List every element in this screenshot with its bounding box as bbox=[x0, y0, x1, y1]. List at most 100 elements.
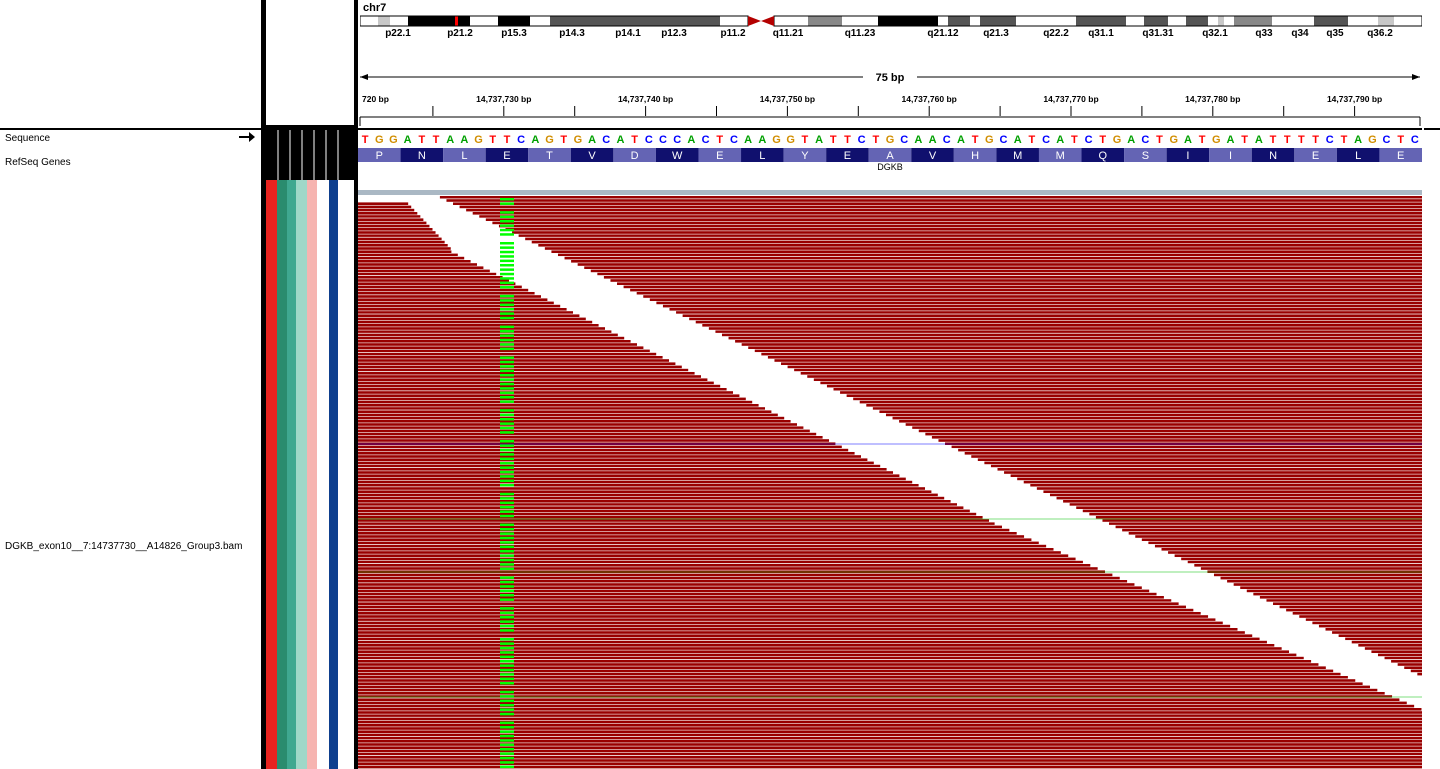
read bbox=[358, 368, 689, 372]
ideogram-band-label: p21.2 bbox=[447, 28, 473, 39]
read bbox=[905, 423, 1422, 426]
read bbox=[358, 413, 778, 417]
mismatch-mark bbox=[500, 611, 514, 615]
ideogram-band-label: p11.2 bbox=[720, 28, 745, 39]
sequence-base: T bbox=[830, 134, 837, 146]
amino-acid-letter: E bbox=[1312, 150, 1319, 162]
strand-arrow-icon[interactable] bbox=[239, 131, 255, 143]
sequence-base: A bbox=[744, 134, 752, 146]
attribute-column bbox=[264, 180, 266, 769]
read bbox=[807, 375, 1422, 378]
mismatch-mark bbox=[500, 616, 514, 619]
read bbox=[1312, 621, 1422, 625]
read bbox=[912, 426, 1422, 429]
mismatch-mark bbox=[500, 343, 514, 346]
read bbox=[676, 311, 1422, 314]
amino-acid-letter: E bbox=[716, 150, 723, 162]
ideogram-band-label: p15.3 bbox=[501, 28, 527, 39]
read bbox=[446, 199, 1422, 202]
chromosome-ideogram[interactable]: p22.1 p21.2 p15.3 p14.3 p14.1 p12.3 p11.2 q11.2… bbox=[360, 14, 1422, 42]
ideogram-band bbox=[1224, 16, 1234, 26]
read bbox=[571, 260, 1422, 263]
mismatch-mark bbox=[500, 642, 514, 645]
read bbox=[358, 490, 932, 493]
ideogram-band-label: q21.3 bbox=[983, 28, 1009, 39]
amino-acid-letter: E bbox=[1397, 150, 1404, 162]
sequence-base: G bbox=[786, 134, 795, 146]
mismatch-mark bbox=[500, 651, 514, 654]
read bbox=[748, 346, 1422, 349]
read bbox=[1056, 496, 1422, 500]
position-ruler[interactable]: 75 bp 720 bp 14,737,730 bp 14,737,740 bp 14,… bbox=[358, 44, 1422, 128]
read bbox=[358, 730, 1422, 733]
read bbox=[525, 237, 1422, 241]
read bbox=[358, 205, 412, 209]
read bbox=[859, 400, 1422, 404]
sequence-base: T bbox=[1071, 134, 1078, 146]
mismatch-mark bbox=[500, 695, 514, 698]
read bbox=[774, 359, 1422, 362]
read bbox=[358, 426, 804, 429]
centromere-q bbox=[761, 16, 774, 26]
read bbox=[1325, 628, 1422, 631]
read bbox=[358, 365, 682, 369]
read bbox=[358, 528, 1010, 532]
sequence-base: T bbox=[1341, 134, 1348, 146]
read bbox=[358, 320, 593, 324]
read bbox=[358, 746, 1422, 749]
mismatch-mark bbox=[500, 286, 514, 289]
read bbox=[358, 327, 605, 330]
sequence-base: A bbox=[914, 134, 922, 146]
read bbox=[1148, 541, 1422, 545]
read bbox=[358, 743, 1422, 746]
ideogram-band-label: q31.1 bbox=[1088, 28, 1114, 39]
ideogram-band bbox=[698, 16, 720, 26]
read bbox=[472, 212, 1422, 215]
sequence-base: G bbox=[574, 134, 583, 146]
read bbox=[358, 301, 554, 305]
mismatch-mark bbox=[500, 369, 514, 373]
read bbox=[358, 554, 1069, 557]
read bbox=[649, 298, 1422, 301]
sequence-base: C bbox=[1326, 134, 1334, 146]
read bbox=[358, 464, 881, 468]
mismatch-mark bbox=[500, 532, 514, 535]
read bbox=[1004, 471, 1422, 474]
read bbox=[656, 301, 1422, 305]
read bbox=[1036, 487, 1422, 490]
read bbox=[358, 423, 797, 426]
alignment-track[interactable] bbox=[358, 190, 1422, 769]
amino-acid-letter: I bbox=[1229, 150, 1232, 162]
read bbox=[358, 432, 817, 436]
read bbox=[761, 352, 1422, 356]
sequence-track-label[interactable]: Sequence bbox=[5, 133, 50, 144]
mismatch-mark bbox=[500, 739, 514, 742]
read bbox=[358, 237, 442, 241]
mismatch-mark bbox=[500, 356, 514, 359]
sequence-base: A bbox=[531, 134, 539, 146]
amino-acid-letter: Y bbox=[801, 150, 809, 162]
refseq-track-label[interactable]: RefSeq Genes bbox=[5, 157, 71, 168]
ideogram-band bbox=[1314, 16, 1348, 26]
mismatch-mark bbox=[500, 448, 514, 452]
read bbox=[358, 288, 529, 292]
sequence-track[interactable]: TGGATTAAGTTCAGTGACATCCCACTCAAGGTATTCTGCA… bbox=[358, 130, 1422, 190]
read bbox=[853, 397, 1422, 401]
read bbox=[358, 749, 1422, 753]
read bbox=[577, 263, 1422, 266]
bam-track-label[interactable]: DGKB_exon10__7:14737730__A14826_Group3.b… bbox=[5, 541, 242, 552]
mismatch-mark bbox=[500, 444, 514, 447]
attribute-panel[interactable] bbox=[264, 130, 354, 769]
ideogram-band-label: q36.2 bbox=[1367, 28, 1393, 39]
ruler-tick-label: 14,737,740 bp bbox=[618, 94, 673, 104]
sequence-base: A bbox=[404, 134, 412, 146]
read bbox=[662, 304, 1422, 308]
chromosome-name[interactable]: chr7 bbox=[363, 2, 386, 14]
read bbox=[669, 308, 1422, 311]
read bbox=[1122, 528, 1422, 532]
read bbox=[1397, 663, 1422, 666]
mismatch-mark bbox=[500, 382, 514, 386]
sequence-base: A bbox=[1227, 134, 1235, 146]
read bbox=[1030, 484, 1422, 487]
read bbox=[1213, 573, 1422, 577]
